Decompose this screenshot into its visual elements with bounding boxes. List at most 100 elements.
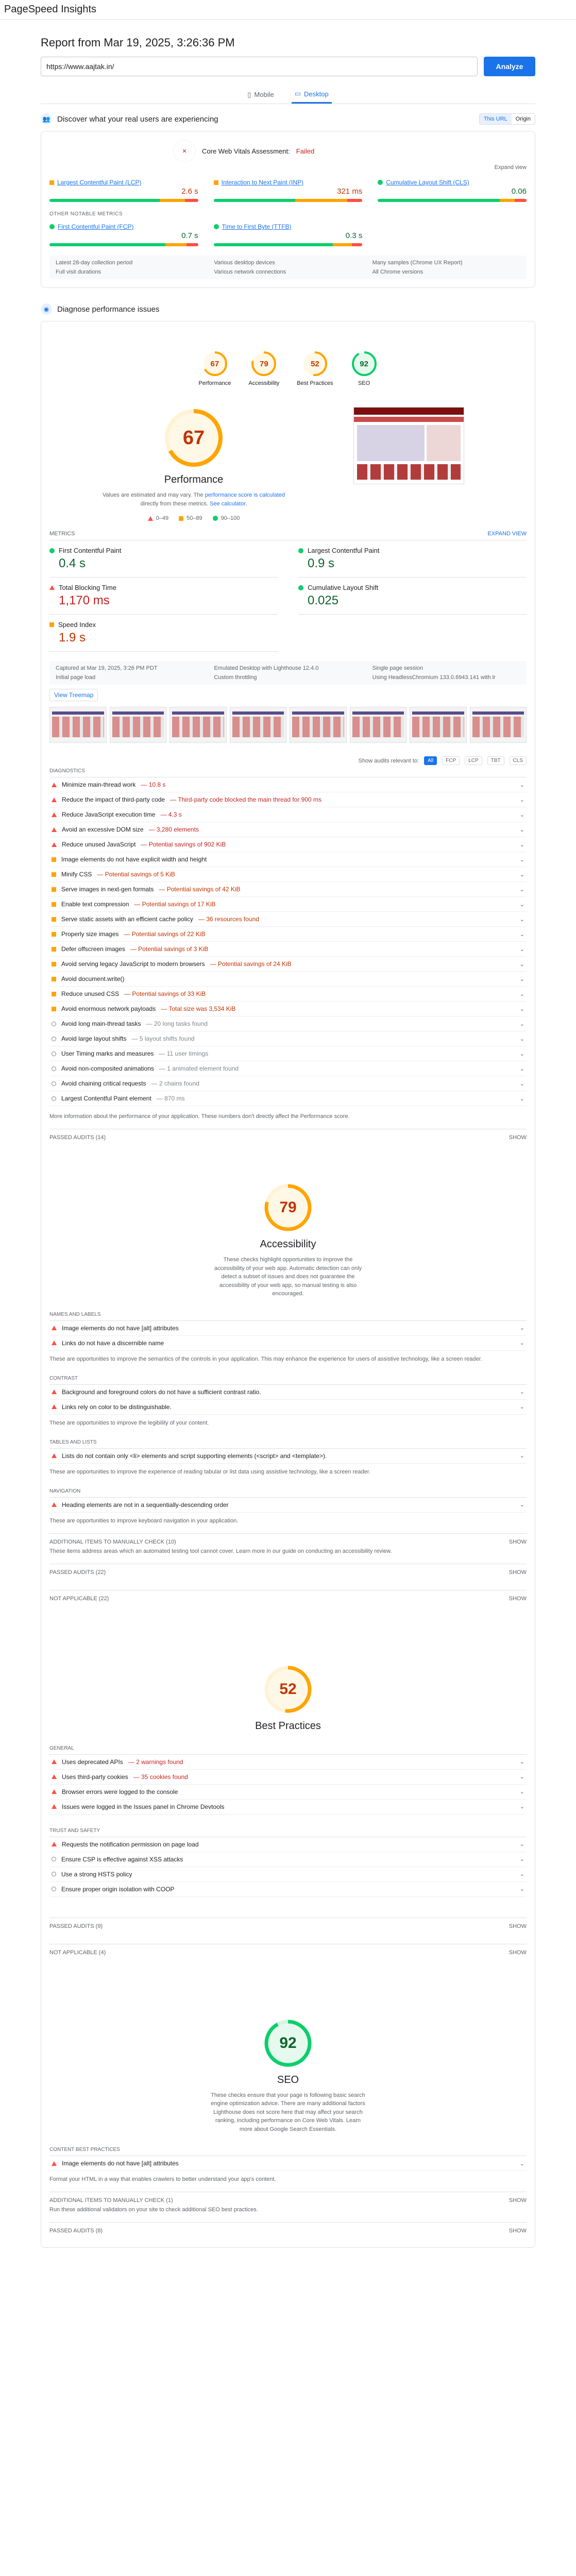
audit-row[interactable]: Issues were logged in the Issues panel i… (49, 1800, 527, 1815)
a11y-passed-show[interactable]: Show (509, 1569, 527, 1575)
chevron-down-icon[interactable]: ⌄ (520, 916, 524, 923)
analyze-button[interactable]: Analyze (484, 57, 535, 76)
filter-tbt[interactable]: TBT (487, 756, 504, 765)
score-gauge-accessibility[interactable]: 79 Accessibility (248, 350, 279, 386)
crux-metric-name[interactable]: Largest Contentful Paint (LCP) (49, 179, 198, 186)
bp-passed-row[interactable]: Passed audits (9) Show (49, 1917, 527, 1935)
audit-row[interactable]: Ensure CSP is effective against XSS atta… (49, 1852, 527, 1867)
perf-passed-show[interactable]: Show (509, 1134, 527, 1141)
score-gauge-seo[interactable]: 92 SEO (351, 350, 378, 386)
audit-row[interactable]: Lists do not contain only <li> elements … (49, 1449, 527, 1464)
tab-desktop[interactable]: ▭ Desktop (291, 86, 332, 104)
audit-row[interactable]: Serve images in next-gen formats — Potent… (49, 882, 527, 897)
audit-row[interactable]: Uses third-party cookies — 35 cookies fou… (49, 1770, 527, 1785)
chevron-down-icon[interactable]: ⌄ (520, 841, 524, 848)
toggle-this-url[interactable]: This URL (479, 114, 512, 124)
audit-row[interactable]: Enable text compression — Potential savin… (49, 897, 527, 912)
a11y-passed-row[interactable]: Passed audits (22) Show (49, 1563, 527, 1581)
url-input[interactable]: https://www.aajtak.in/ (41, 57, 478, 76)
audit-row[interactable]: Avoid long main-thread tasks — 20 long ta… (49, 1016, 527, 1031)
filter-cls[interactable]: CLS (509, 756, 527, 765)
score-gauge-best-practices[interactable]: 52 Best Practices (297, 350, 333, 386)
calculator-link[interactable]: See calculator. (210, 501, 247, 507)
audit-row[interactable]: Background and foreground colors do not … (49, 1385, 527, 1400)
chevron-down-icon[interactable]: ⌄ (520, 976, 524, 982)
audit-row[interactable]: Serve static assets with an efficient ca… (49, 912, 527, 927)
audit-row[interactable]: Use a strong HSTS policy ⌄ (49, 1867, 527, 1882)
chevron-down-icon[interactable]: ⌄ (520, 1340, 524, 1346)
audit-row[interactable]: Avoid an excessive DOM size — 3,280 eleme… (49, 822, 527, 837)
chevron-down-icon[interactable]: ⌄ (520, 1403, 524, 1410)
audit-row[interactable]: User Timing marks and measures — 11 user … (49, 1046, 527, 1061)
audit-row[interactable]: Properly size images — Potential savings … (49, 927, 527, 942)
audit-row[interactable]: Image elements do not have [alt] attribu… (49, 2156, 527, 2171)
chevron-down-icon[interactable]: ⌄ (520, 1325, 524, 1331)
view-treemap-button[interactable]: View Treemap (49, 689, 98, 701)
audit-row[interactable]: Ensure proper origin isolation with COOP… (49, 1882, 527, 1897)
filter-lcp[interactable]: LCP (465, 756, 482, 765)
chevron-down-icon[interactable]: ⌄ (520, 886, 524, 893)
chevron-down-icon[interactable]: ⌄ (520, 856, 524, 863)
audit-row[interactable]: Minify CSS — Potential savings of 5 KiB ⌄ (49, 867, 527, 882)
audit-row[interactable]: Reduce unused JavaScript — Potential savi… (49, 837, 527, 852)
chevron-down-icon[interactable]: ⌄ (520, 1388, 524, 1395)
expand-view-link[interactable]: Expand view (49, 164, 527, 171)
chevron-down-icon[interactable]: ⌄ (520, 1021, 524, 1027)
audit-row[interactable]: Heading elements are not in a sequential… (49, 1498, 527, 1513)
audit-row[interactable]: Defer offscreen images — Potential saving… (49, 942, 527, 957)
crux-metric-name[interactable]: First Contentful Paint (FCP) (49, 223, 198, 230)
chevron-down-icon[interactable]: ⌄ (520, 946, 524, 953)
a11y-manual-show[interactable]: Show (509, 1539, 527, 1545)
chevron-down-icon[interactable]: ⌄ (520, 1065, 524, 1072)
chevron-down-icon[interactable]: ⌄ (520, 1758, 524, 1765)
url-origin-toggle[interactable]: This URL Origin (479, 113, 535, 125)
chevron-down-icon[interactable]: ⌄ (520, 1050, 524, 1057)
chevron-down-icon[interactable]: ⌄ (520, 1036, 524, 1042)
chevron-down-icon[interactable]: ⌄ (520, 1803, 524, 1810)
audit-row[interactable]: Avoid document.write() ⌄ (49, 972, 527, 987)
chevron-down-icon[interactable]: ⌄ (520, 1080, 524, 1087)
chevron-down-icon[interactable]: ⌄ (520, 1006, 524, 1012)
seo-passed-show[interactable]: Show (509, 2228, 527, 2234)
audit-row[interactable]: Minimize main-thread work — 10.8 s ⌄ (49, 777, 527, 792)
seo-passed-row[interactable]: Passed audits (8) Show (49, 2222, 527, 2239)
audit-row[interactable]: Avoid chaining critical requests — 2 chai… (49, 1076, 527, 1091)
audit-row[interactable]: Largest Contentful Paint element — 870 ms… (49, 1091, 527, 1106)
audit-row[interactable]: Uses deprecated APIs — 2 warnings found ⌄ (49, 1755, 527, 1770)
a11y-na-show[interactable]: Show (509, 1596, 527, 1602)
bp-na-show[interactable]: Show (509, 1950, 527, 1956)
audit-row[interactable]: Reduce unused CSS — Potential savings of … (49, 987, 527, 1002)
chevron-down-icon[interactable]: ⌄ (520, 1788, 524, 1795)
filter-fcp[interactable]: FCP (442, 756, 460, 765)
audit-row[interactable]: Links do not have a discernible name ⌄ (49, 1336, 527, 1351)
audit-row[interactable]: Avoid large layout shifts — 5 layout shif… (49, 1031, 527, 1046)
chevron-down-icon[interactable]: ⌄ (520, 1856, 524, 1862)
chevron-down-icon[interactable]: ⌄ (520, 961, 524, 968)
chevron-down-icon[interactable]: ⌄ (520, 796, 524, 803)
crux-metric-name[interactable]: Interaction to Next Paint (INP) (213, 179, 363, 186)
chevron-down-icon[interactable]: ⌄ (520, 782, 524, 788)
filter-all[interactable]: All (424, 756, 437, 765)
audit-row[interactable]: Avoid enormous network payloads — Total s… (49, 1002, 527, 1016)
audit-row[interactable]: Reduce JavaScript execution time — 4.3 s ⌄ (49, 807, 527, 822)
chevron-down-icon[interactable]: ⌄ (520, 871, 524, 878)
toggle-origin[interactable]: Origin (512, 114, 535, 124)
crux-metric-name[interactable]: Cumulative Layout Shift (CLS) (378, 179, 527, 186)
app-title[interactable]: PageSpeed Insights (4, 4, 96, 15)
chevron-down-icon[interactable]: ⌄ (520, 1452, 524, 1459)
crux-metric-name[interactable]: Time to First Byte (TTFB) (213, 223, 363, 230)
chevron-down-icon[interactable]: ⌄ (520, 1886, 524, 1892)
chevron-down-icon[interactable]: ⌄ (520, 931, 524, 938)
seo-manual-show[interactable]: Show (509, 2197, 527, 2204)
chevron-down-icon[interactable]: ⌄ (520, 1095, 524, 1102)
chevron-down-icon[interactable]: ⌄ (520, 991, 524, 997)
audit-row[interactable]: Links rely on color to be distinguishabl… (49, 1400, 527, 1415)
audit-row[interactable]: Avoid serving legacy JavaScript to moder… (49, 957, 527, 972)
chevron-down-icon[interactable]: ⌄ (520, 1773, 524, 1780)
chevron-down-icon[interactable]: ⌄ (520, 2160, 524, 2167)
chevron-down-icon[interactable]: ⌄ (520, 1871, 524, 1877)
audit-row[interactable]: Image elements do not have [alt] attribu… (49, 1321, 527, 1336)
perf-passed-row[interactable]: Passed audits (14) Show (49, 1129, 527, 1146)
perf-score-link[interactable]: performance score is calculated (205, 492, 285, 498)
audit-row[interactable]: Requests the notification permission on … (49, 1837, 527, 1852)
